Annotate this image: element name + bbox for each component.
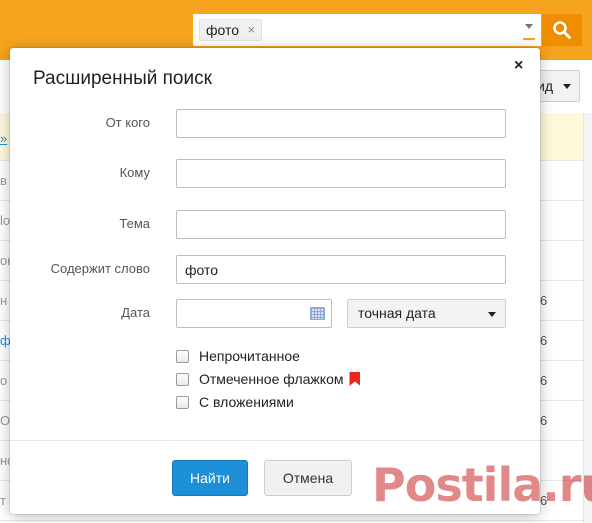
to-field[interactable]	[176, 159, 506, 188]
flagged-checkbox[interactable]	[176, 372, 189, 386]
list-item-date: 6	[540, 293, 548, 308]
list-item-text: lo	[0, 213, 11, 228]
unread-checkbox-label: Непрочитанное	[199, 348, 300, 364]
list-item-text: о	[0, 373, 8, 388]
search-underline	[523, 38, 535, 40]
dialog-title: Расширенный поиск	[33, 68, 212, 89]
list-item-date: 6	[540, 413, 548, 428]
search-box[interactable]: фото ×	[193, 14, 541, 46]
unread-checkbox[interactable]	[176, 349, 189, 363]
search-icon	[553, 21, 571, 39]
list-item-text: т	[0, 493, 6, 508]
tag-remove-icon[interactable]: ×	[247, 20, 255, 40]
search-tag-label: фото	[206, 22, 240, 38]
from-label: От кого	[105, 115, 150, 130]
watermark: Postila.ru	[372, 458, 592, 512]
subject-label: Тема	[119, 216, 150, 231]
search-tag[interactable]: фото ×	[199, 19, 263, 41]
subject-field[interactable]	[176, 210, 506, 239]
attachments-checkbox-label: С вложениями	[199, 394, 294, 410]
to-label: Кому	[119, 165, 150, 180]
search-button[interactable]	[542, 14, 582, 46]
attachments-checkbox[interactable]	[176, 395, 189, 409]
list-item-text: н	[0, 293, 8, 308]
cancel-button[interactable]: Отмена	[264, 460, 352, 496]
list-item-text: О	[0, 413, 11, 428]
list-item-date: 6	[540, 333, 548, 348]
flagged-option[interactable]: Отмеченное флажком	[176, 370, 361, 388]
chevron-down-icon	[488, 312, 496, 317]
date-label: Дата	[121, 305, 150, 320]
contains-word-label: Содержит слово	[50, 261, 150, 276]
chevron-down-icon	[563, 84, 571, 89]
flag-icon	[349, 372, 361, 386]
date-mode-value: точная дата	[358, 305, 436, 321]
find-button[interactable]: Найти	[172, 460, 248, 496]
search-options-caret-icon[interactable]	[525, 24, 533, 29]
dialog-divider	[10, 440, 540, 441]
from-field[interactable]	[176, 109, 506, 138]
attachments-option[interactable]: С вложениями	[176, 393, 294, 411]
close-icon[interactable]: ×	[514, 57, 523, 75]
flagged-checkbox-label: Отмеченное флажком	[199, 371, 344, 387]
list-item-text: в	[0, 173, 7, 188]
highlight-row-link[interactable]: »	[0, 131, 7, 146]
calendar-icon[interactable]	[310, 307, 325, 320]
list-item-date: 6	[540, 373, 548, 388]
contains-word-field[interactable]	[176, 255, 506, 284]
advanced-search-dialog: Расширенный поиск × От кого Кому Тема Со…	[10, 48, 540, 514]
date-field[interactable]	[176, 299, 332, 328]
unread-option[interactable]: Непрочитанное	[176, 347, 300, 365]
date-mode-select[interactable]: точная дата	[347, 299, 506, 328]
